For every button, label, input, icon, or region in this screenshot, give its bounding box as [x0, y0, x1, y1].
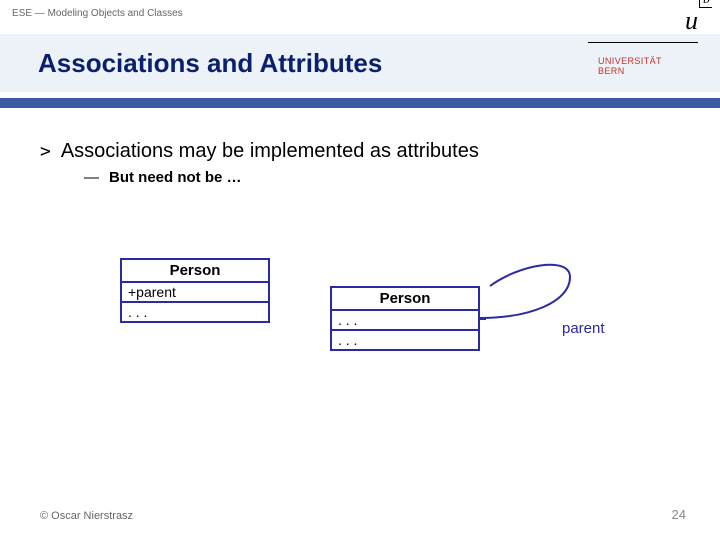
header-breadcrumb: ESE — Modeling Objects and Classes [12, 8, 183, 19]
logo-u-glyph: u [685, 6, 698, 35]
bullet-level1: > Associations may be implemented as attr… [40, 140, 680, 163]
university-logo: u b [588, 6, 698, 36]
slide-title: Associations and Attributes [38, 48, 382, 79]
logo-b-box: b [699, 0, 712, 8]
bullet-level2: — But need not be … [84, 169, 680, 186]
u-b-icon: u b [685, 6, 698, 36]
uml-diagram: Person +parent . . . Person . . . . . . … [120, 258, 640, 418]
bullet-level1-text: Associations may be implemented as attri… [61, 140, 479, 162]
dash-marker-icon: — [84, 169, 99, 186]
footer-copyright: © Oscar Nierstrasz [40, 510, 133, 522]
uml-attribute: +parent [122, 283, 268, 303]
uml-attributes: . . . [332, 311, 478, 331]
logo-separator [588, 42, 698, 43]
self-association-icon [470, 262, 650, 382]
bullet-marker-icon: > [40, 141, 51, 162]
uml-class-name: Person [332, 288, 478, 311]
slide: ESE — Modeling Objects and Classes Assoc… [0, 0, 720, 540]
university-label-line2: BERN [598, 66, 698, 76]
association-role-label: parent [562, 320, 605, 337]
accent-bar [0, 98, 720, 108]
content-area: > Associations may be implemented as attr… [40, 140, 680, 186]
uml-class-person-attr: Person +parent . . . [120, 258, 270, 323]
uml-operations: . . . [332, 331, 478, 349]
uml-class-name: Person [122, 260, 268, 283]
bullet-level2-text: But need not be … [109, 169, 242, 186]
university-label: UNIVERSITÄT BERN [598, 56, 698, 76]
university-label-line1: UNIVERSITÄT [598, 56, 698, 66]
logo-b-glyph: b [699, 0, 712, 8]
association-line [480, 318, 486, 320]
uml-class-person-assoc: Person . . . . . . [330, 286, 480, 351]
footer-page-number: 24 [672, 507, 686, 522]
uml-operations: . . . [122, 303, 268, 321]
